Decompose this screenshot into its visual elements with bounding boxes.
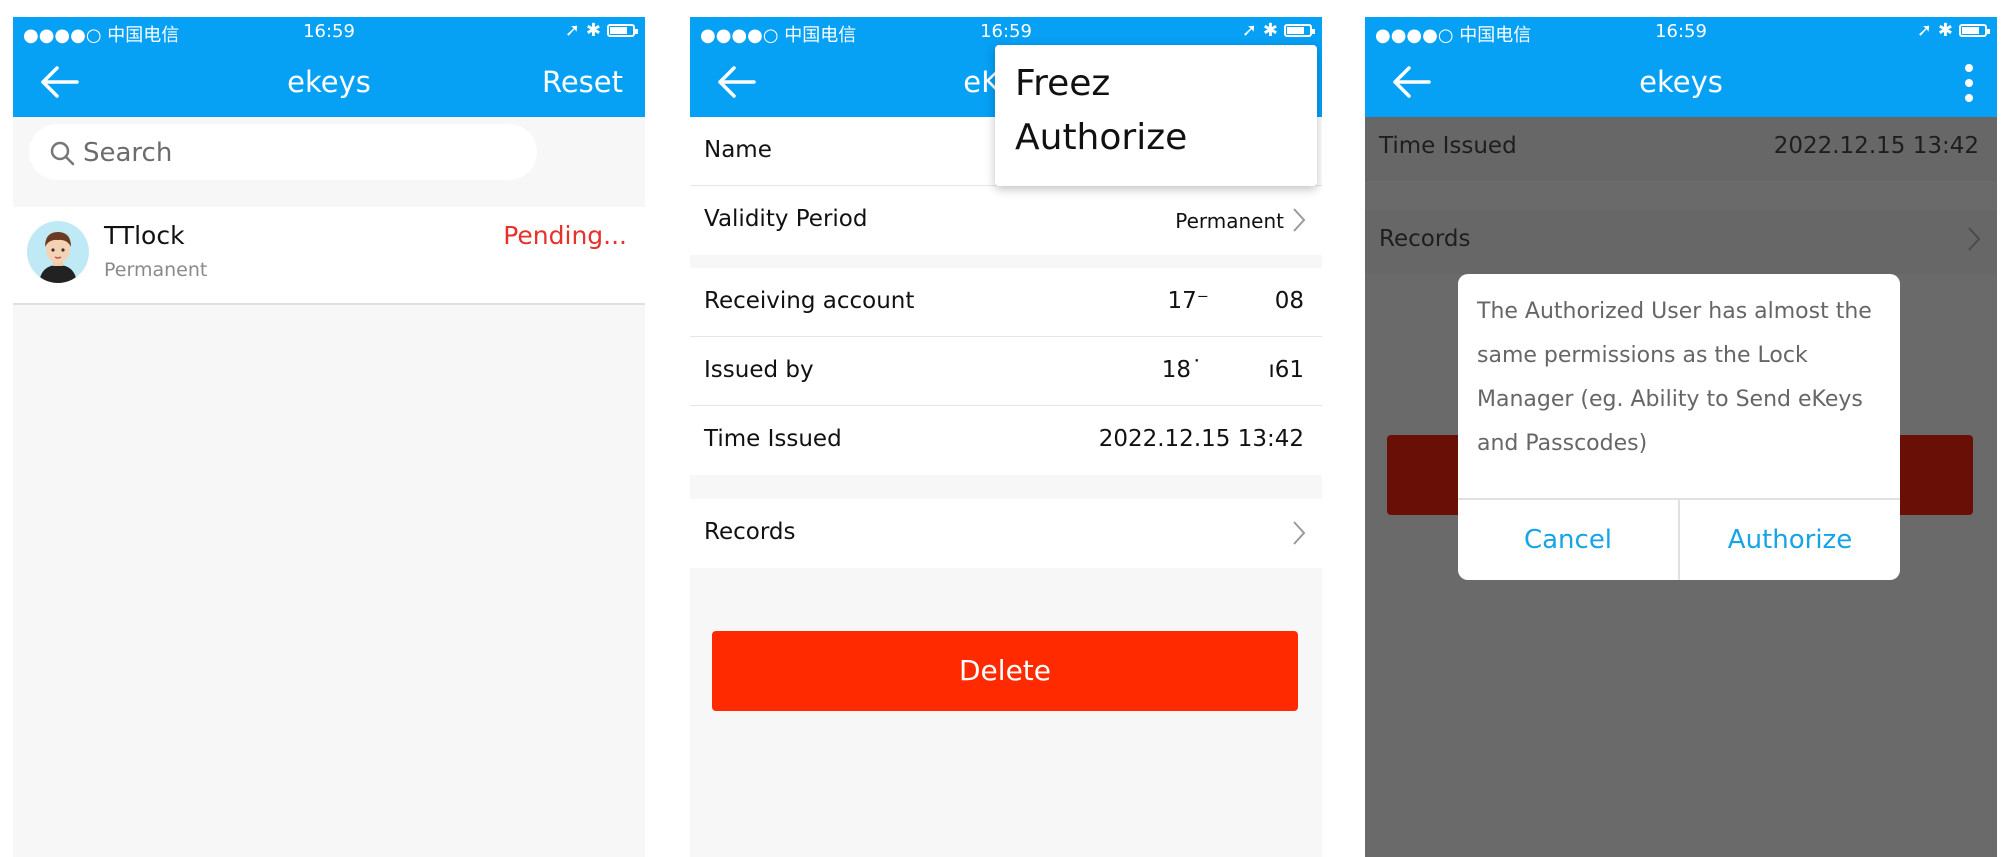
location-icon: ➚ <box>564 20 580 41</box>
authorize-button[interactable]: Authorize <box>1680 500 1900 580</box>
dialog-buttons: Cancel Authorize <box>1458 498 1900 580</box>
bluetooth-icon: ✱ <box>585 20 601 41</box>
time-issued-value: 2022.12.15 13:42 <box>1098 426 1304 452</box>
status-bar: ●●●●○ 中国电信 16:59 ➚ ✱ <box>13 17 645 47</box>
authorize-dialog: The Authorized User has almost the same … <box>1458 274 1900 580</box>
reset-button[interactable]: Reset <box>542 65 623 99</box>
battery-icon <box>1959 24 1990 37</box>
receiving-account-value: 17⁻ 08 <box>1167 288 1304 314</box>
nav-bar: ekeys Reset <box>13 47 645 117</box>
status-bar: ●●●●○ 中国电信 16:59 ➚ ✱ <box>1365 17 1997 47</box>
location-icon: ➚ <box>1916 20 1932 41</box>
status-icons: ➚ ✱ <box>1241 20 1315 41</box>
battery-icon <box>607 24 638 37</box>
search-input[interactable]: Search <box>29 124 537 180</box>
ekey-name: TTlock <box>104 221 185 250</box>
dialog-message: The Authorized User has almost the same … <box>1477 299 1872 456</box>
records-row: Records <box>1365 210 1997 274</box>
menu-item-authorize[interactable]: Authorize <box>1015 117 1187 158</box>
location-icon: ➚ <box>1241 20 1257 41</box>
time-issued-row: Time Issued 2022.12.15 13:42 <box>1365 117 1997 181</box>
popup-menu: Freez Authorize <box>995 45 1317 186</box>
bluetooth-icon: ✱ <box>1262 20 1278 41</box>
screen-authorize-dialog: ●●●●○ 中国电信 16:59 ➚ ✱ ekeys Time Issued 2… <box>1365 17 1997 857</box>
validity-period-label: Validity Period <box>704 206 868 232</box>
ekey-status: Pending... <box>503 221 627 250</box>
issued-by-row: Issued by 18˙ ı61 <box>690 337 1322 406</box>
status-icons: ➚ ✱ <box>1916 20 1990 41</box>
screen-ekeys-list: ●●●●○ 中国电信 16:59 ➚ ✱ ekeys Reset Search <box>13 17 645 857</box>
records-label: Records <box>1379 226 1471 252</box>
page-title: ekeys <box>1639 65 1723 99</box>
records-row[interactable]: Records <box>690 499 1322 568</box>
menu-item-freez[interactable]: Freez <box>1015 63 1110 104</box>
search-icon <box>50 141 75 166</box>
nav-bar: ekeys <box>1365 47 1997 117</box>
status-icons: ➚ ✱ <box>564 20 638 41</box>
bluetooth-icon: ✱ <box>1937 20 1953 41</box>
status-bar: ●●●●○ 中国电信 16:59 ➚ ✱ <box>690 17 1322 47</box>
status-time: 16:59 <box>1655 21 1707 42</box>
status-time: 16:59 <box>980 21 1032 42</box>
chevron-right-icon <box>1293 521 1306 545</box>
issued-by-value: 18˙ ı61 <box>1161 357 1304 383</box>
records-label: Records <box>704 519 796 545</box>
more-vertical-icon[interactable] <box>1963 63 1975 103</box>
cancel-button[interactable]: Cancel <box>1458 500 1680 580</box>
screen-ekey-detail: ●●●●○ 中国电信 16:59 ➚ ✱ eKeys Name Validity… <box>690 17 1322 857</box>
list-item[interactable]: TTlock Permanent Pending... <box>13 207 645 305</box>
avatar <box>27 221 89 283</box>
search-placeholder: Search <box>83 138 173 168</box>
time-issued-label: Time Issued <box>704 426 842 452</box>
validity-period-row[interactable]: Validity Period Permanent <box>690 186 1322 255</box>
time-issued-value: 2022.12.15 13:42 <box>1773 133 1979 159</box>
delete-button[interactable]: Delete <box>712 631 1298 711</box>
receiving-account-row: Receiving account 17⁻ 08 <box>690 268 1322 337</box>
issued-by-label: Issued by <box>704 357 814 383</box>
time-issued-row: Time Issued 2022.12.15 13:42 <box>690 406 1322 475</box>
name-label: Name <box>704 137 772 163</box>
battery-icon <box>1284 24 1315 37</box>
chevron-right-icon <box>1293 208 1306 232</box>
status-time: 16:59 <box>303 21 355 42</box>
time-issued-label: Time Issued <box>1379 133 1517 159</box>
chevron-right-icon <box>1968 227 1981 251</box>
ekey-validity: Permanent <box>104 259 208 281</box>
validity-period-value: Permanent <box>1175 209 1284 233</box>
receiving-account-label: Receiving account <box>704 288 915 314</box>
